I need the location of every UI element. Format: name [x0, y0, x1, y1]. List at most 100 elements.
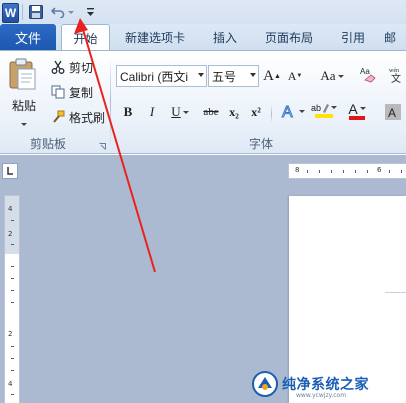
font-size-dropdown-icon[interactable] — [250, 73, 256, 77]
cut-button[interactable]: 剪切 — [50, 57, 93, 77]
underline-button[interactable]: U — [168, 101, 192, 123]
change-case-label: Aa — [320, 68, 336, 83]
ruler-number: 8 — [295, 166, 300, 174]
copy-label: 复制 — [69, 85, 94, 100]
save-icon[interactable] — [27, 2, 45, 22]
paste-dropdown-icon[interactable] — [21, 115, 27, 129]
watermark-text: 纯净系统之家 — [282, 377, 369, 393]
text-effects-button[interactable]: A — [280, 100, 306, 122]
ruler-tick — [355, 170, 356, 173]
ruler-tick — [389, 170, 390, 173]
ruler-tick — [11, 370, 14, 371]
shrink-font-button[interactable]: A ▼ — [287, 65, 303, 87]
undo-dropdown-icon[interactable] — [67, 2, 75, 22]
svg-text:Aa: Aa — [360, 67, 370, 76]
copy-button[interactable]: 复制 — [50, 82, 93, 102]
ruler-number: 6 — [377, 166, 382, 174]
clipboard-dialog-launcher-icon[interactable] — [99, 139, 106, 153]
character-shading-button[interactable]: A — [380, 101, 406, 123]
ruler-tick — [319, 170, 320, 173]
quick-access-toolbar: W — [0, 0, 406, 24]
strikethrough-button[interactable]: abe — [200, 101, 222, 123]
watermark-logo-icon — [252, 371, 278, 397]
ribbon-tabs: 文件 开始 新建选项卡 插入 页面布局 引用 邮 — [0, 24, 406, 51]
subscript-button[interactable]: x₂ — [226, 101, 242, 123]
ruler-tick — [11, 278, 14, 279]
ruler-number: 4 — [8, 205, 13, 213]
grow-font-label: A — [263, 67, 274, 84]
superscript-button[interactable]: x² — [248, 101, 264, 123]
highlighter-pen-icon — [323, 103, 330, 113]
clear-formatting-button[interactable]: Aa — [358, 63, 378, 85]
tab-new-tab[interactable]: 新建选项卡 — [112, 24, 198, 50]
copy-icon — [50, 84, 66, 100]
ruler-tick — [11, 394, 14, 395]
format-painter-label: 格式刷 — [69, 110, 106, 125]
margin-guide — [385, 292, 406, 293]
ruler-number: 4 — [8, 380, 13, 388]
format-painter-icon — [50, 109, 66, 125]
font-name-dropdown-icon[interactable] — [198, 73, 204, 77]
underline-label: U — [171, 104, 181, 119]
scissors-icon — [50, 59, 66, 75]
font-size-combo[interactable]: 五号 — [208, 65, 259, 87]
ruler-tick — [307, 170, 308, 173]
undo-icon[interactable] — [50, 2, 66, 22]
italic-button[interactable]: I — [144, 101, 160, 123]
watermark: 纯净系统之家 www.ycwjzy.com — [252, 365, 406, 403]
phonetic-guide-button[interactable]: wén 文 — [386, 63, 406, 85]
ruler-tick — [11, 358, 14, 359]
customize-toolbar-icon[interactable] — [83, 2, 97, 22]
tab-insert[interactable]: 插入 — [200, 24, 250, 50]
bold-button[interactable]: B — [120, 101, 136, 123]
paste-label: 粘贴 — [12, 99, 37, 113]
grow-font-button[interactable]: A ▲ — [263, 65, 281, 87]
ruler-number: 2 — [8, 330, 13, 338]
font-group-label: 字体 — [249, 137, 274, 151]
ruler-tick — [11, 346, 14, 347]
tab-mailings[interactable]: 邮 — [384, 24, 406, 50]
tab-file[interactable]: 文件 — [0, 24, 56, 50]
tab-home[interactable]: 开始 — [61, 24, 110, 51]
horizontal-ruler[interactable]: 8 6 — [288, 163, 406, 179]
character-shading-icon: A — [385, 104, 401, 120]
highlight-color-swatch — [315, 113, 333, 118]
tab-selector[interactable] — [2, 163, 18, 179]
ribbon-home: 粘贴 剪切 复制 格式刷 剪贴板 Calibri (西文i 五号 A▲ A▼ — [0, 50, 406, 154]
font-color-swatch — [349, 115, 365, 120]
ruler-tick — [11, 290, 14, 291]
ruler-number: 2 — [8, 230, 13, 238]
phonetic-guide-icon: wén文 — [389, 68, 401, 83]
ruler-tick — [11, 220, 14, 221]
paste-icon — [9, 58, 36, 90]
font-name-value: Calibri (西文i — [120, 69, 189, 84]
ruler-tick — [11, 302, 14, 303]
font-size-value: 五号 — [212, 69, 237, 84]
paste-button[interactable]: 粘贴 — [6, 57, 46, 126]
toolbar-divider — [22, 4, 23, 20]
ruler-tick — [367, 170, 368, 173]
font-name-combo[interactable]: Calibri (西文i — [116, 65, 207, 87]
format-painter-button[interactable]: 格式刷 — [50, 107, 105, 127]
ruler-tick — [331, 170, 332, 173]
tab-page-layout[interactable]: 页面布局 — [252, 24, 326, 50]
svg-text:A: A — [282, 104, 293, 120]
clear-formatting-icon: Aa — [360, 67, 376, 83]
svg-text:A: A — [388, 106, 396, 120]
tab-references[interactable]: 引用 — [328, 24, 378, 50]
font-color-button[interactable]: A — [344, 99, 370, 121]
svg-text:文: 文 — [391, 72, 401, 83]
highlight-button[interactable]: ab — [311, 99, 338, 121]
ruler-tick — [343, 170, 344, 173]
word-app-icon[interactable]: W — [2, 3, 19, 23]
clipboard-group-label: 剪贴板 — [30, 137, 67, 151]
ruler-tick — [11, 244, 14, 245]
highlight-label: ab — [311, 102, 322, 113]
ruler-tick — [401, 170, 402, 173]
change-case-button[interactable]: Aa — [318, 65, 346, 87]
ruler-tick — [11, 266, 14, 267]
cut-label: 剪切 — [69, 60, 94, 75]
left-tab-icon — [7, 167, 13, 175]
vertical-ruler[interactable]: 4 2 2 4 — [4, 195, 20, 403]
watermark-url: www.ycwjzy.com — [296, 392, 347, 399]
